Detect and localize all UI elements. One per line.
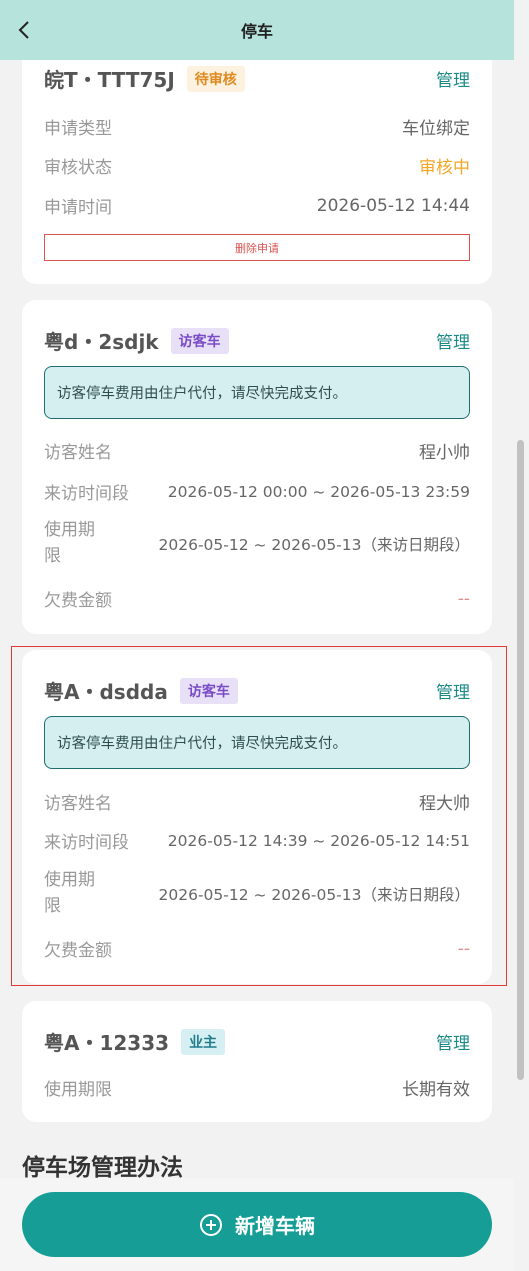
page-title: 停车 (240, 22, 273, 41)
row-value: 长期有效 (402, 1080, 470, 1100)
info-row: 审核状态 审核中 (44, 153, 470, 178)
info-row: 欠费金额 -- (44, 586, 470, 612)
row-label: 申请类型 (44, 119, 112, 139)
status-badge: 访客车 (170, 327, 229, 354)
plate-number: 皖T・TTT75J (44, 68, 175, 92)
vehicle-card-1: 皖T・TTT75J 待审核 管理 申请类型 车位绑定 审核状态 审核中 申请时间… (22, 40, 492, 284)
row-label: 申请时间 (44, 198, 112, 218)
row-value: 2026-05-12 14:44 (316, 195, 470, 216)
status-badge: 业主 (181, 1028, 226, 1055)
back-button[interactable] (12, 18, 36, 42)
selection-highlight (11, 646, 507, 986)
vehicle-card-4: 粤A・12333 业主 管理 使用期限 长期有效 (22, 1001, 492, 1122)
row-value: -- (457, 588, 470, 609)
row-label: 欠费金额 (44, 591, 112, 611)
chevron-left-icon (18, 21, 29, 39)
manage-link[interactable]: 管理 (436, 328, 470, 353)
row-value: 车位绑定 (402, 119, 470, 139)
status-badge: 待审核 (186, 65, 245, 92)
row-label: 使用期限 (44, 1080, 112, 1100)
plate-number: 粤d・2sdjk (44, 330, 159, 354)
row-label: 访客姓名 (44, 443, 112, 463)
row-value: 程小帅 (419, 443, 470, 463)
row-value: 审核中 (419, 158, 470, 178)
parking-rules-title: 停车场管理办法 (22, 1155, 183, 1181)
payment-notice: 访客停车费用由住户代付，请尽快完成支付。 (44, 366, 470, 419)
top-header: 停车 (0, 0, 514, 60)
manage-link[interactable]: 管理 (436, 1029, 470, 1054)
delete-application-button[interactable]: 删除申请 (44, 234, 470, 261)
info-row: 来访时间段 2026-05-12 00:00 ~ 2026-05-13 23:5… (44, 479, 470, 505)
info-row: 使用期限 2026-05-12 ~ 2026-05-13（来访日期段） (44, 518, 470, 569)
plate-row: 皖T・TTT75J 待审核 (44, 64, 470, 93)
row-label: 使用期限 (44, 520, 95, 566)
plate-number: 粤A・12333 (44, 1031, 170, 1055)
row-label: 审核状态 (44, 158, 112, 178)
row-value: 2026-05-12 ~ 2026-05-13（来访日期段） (158, 535, 471, 554)
info-row: 使用期限 长期有效 (44, 1075, 470, 1100)
add-vehicle-label: 新增车辆 (235, 1214, 315, 1238)
info-row: 申请时间 2026-05-12 14:44 (44, 193, 470, 219)
info-row: 申请类型 车位绑定 (44, 114, 470, 139)
info-row: 访客姓名 程小帅 (44, 438, 470, 463)
row-value: 2026-05-12 00:00 ~ 2026-05-13 23:59 (167, 482, 470, 501)
plate-row: 粤A・12333 业主 (44, 1027, 470, 1056)
row-label: 来访时间段 (44, 484, 129, 504)
manage-link[interactable]: 管理 (436, 66, 470, 91)
add-vehicle-button[interactable]: 新增车辆 (22, 1192, 492, 1257)
plus-circle-icon (199, 1213, 223, 1237)
scrollbar[interactable] (517, 440, 524, 1080)
vehicle-card-2: 粤d・2sdjk 访客车 管理 访客停车费用由住户代付，请尽快完成支付。 访客姓… (22, 300, 492, 634)
plate-row: 粤d・2sdjk 访客车 (44, 326, 470, 355)
